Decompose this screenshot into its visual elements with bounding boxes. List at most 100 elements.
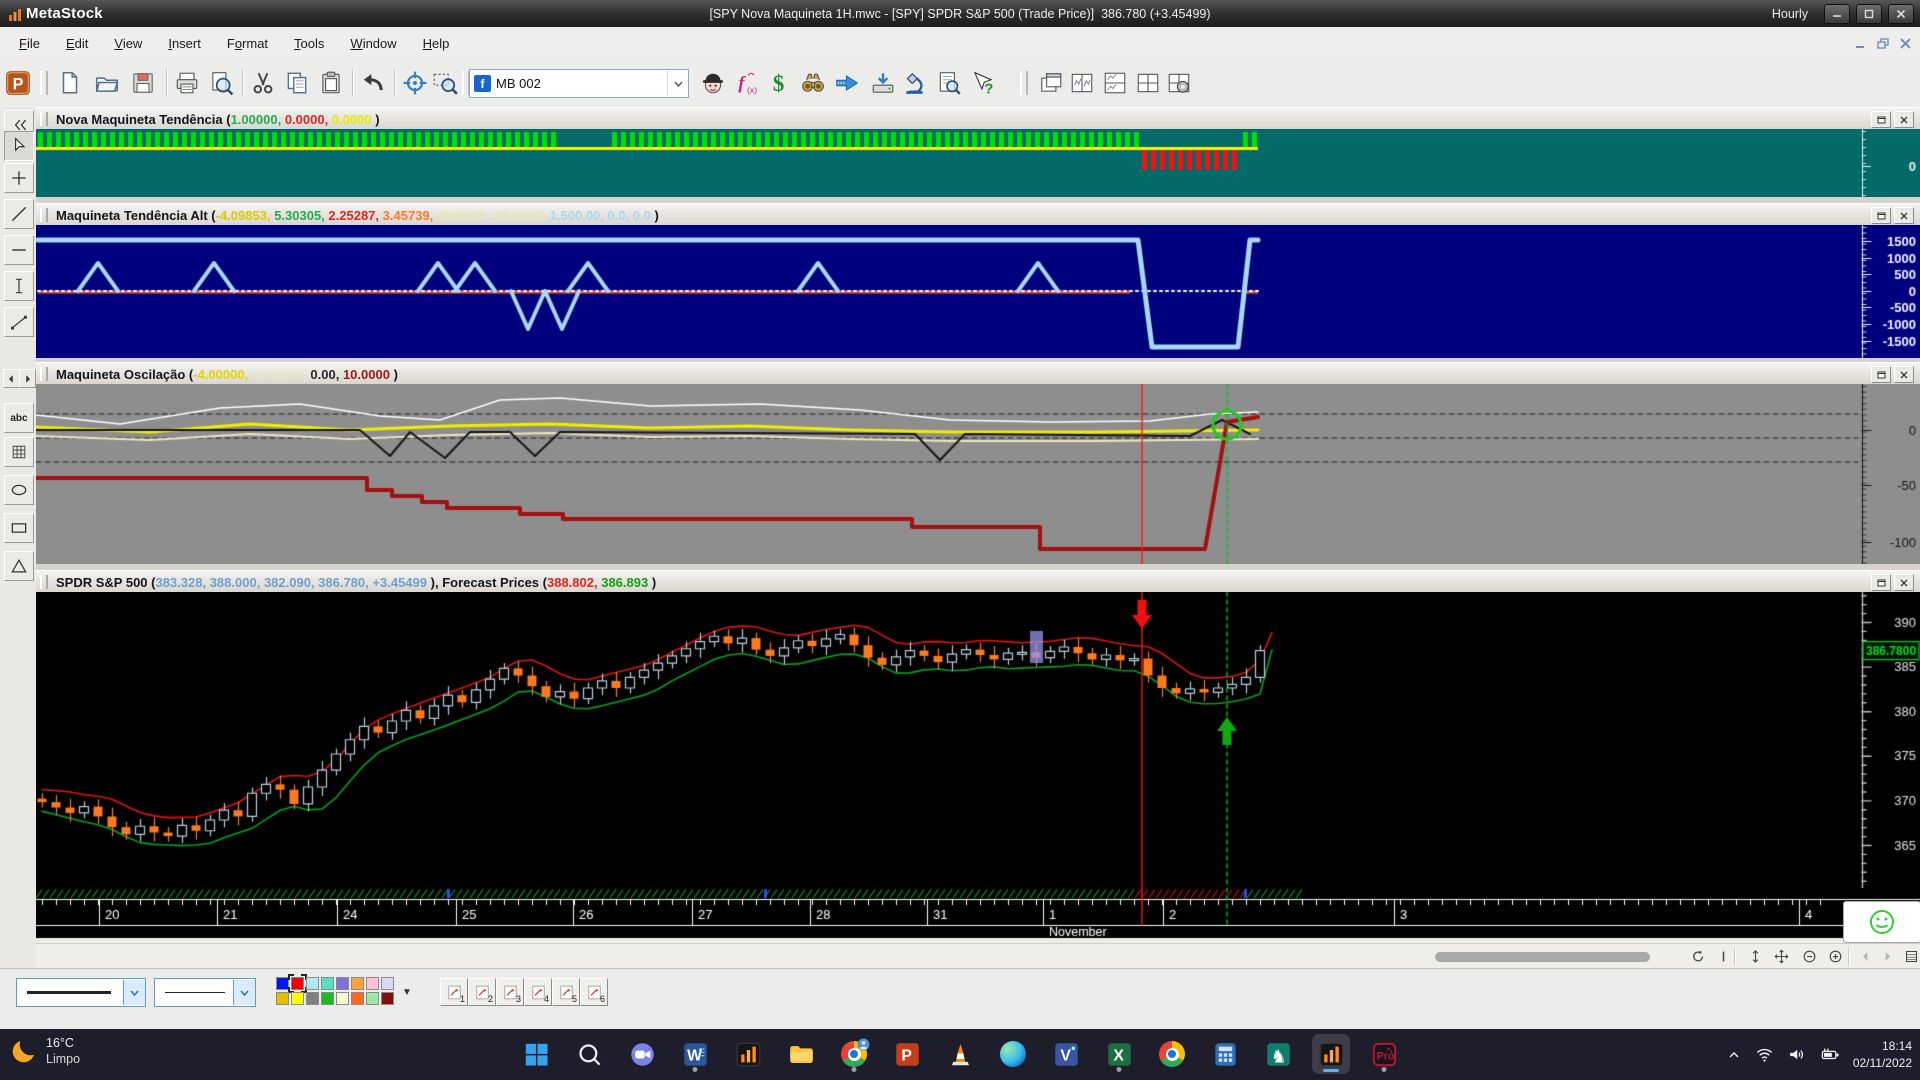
color-swatch[interactable] — [321, 992, 334, 1005]
minimize-button[interactable] — [1824, 4, 1850, 24]
color-swatch[interactable] — [351, 977, 364, 990]
color-swatch[interactable] — [336, 992, 349, 1005]
panel-restore-button[interactable] — [1871, 111, 1891, 128]
print-preview-icon[interactable] — [206, 67, 236, 99]
panel-title-trend[interactable]: Nova Maquineta Tendência (1.00000, 0.000… — [36, 107, 1920, 131]
panel-title-oscillator[interactable]: Maquineta Oscilação (-4.00000, -2.48163,… — [36, 362, 1920, 386]
panel-restore-button[interactable] — [1871, 574, 1891, 591]
rectangle-tool[interactable] — [4, 513, 34, 543]
combo-dropdown-arrow[interactable] — [233, 980, 255, 1005]
horizontal-line-tool[interactable] — [4, 235, 34, 265]
ellipse-tool[interactable] — [4, 475, 34, 505]
menu-item-window[interactable]: Window — [337, 33, 409, 54]
palette-dropdown-arrow[interactable]: ▼ — [402, 987, 412, 998]
tile-horizontal-icon[interactable] — [1100, 67, 1130, 99]
taskbar-start-icon[interactable] — [517, 1034, 555, 1074]
taskbar-visio-icon[interactable]: V — [1047, 1034, 1085, 1074]
taskbar-edge-icon[interactable] — [994, 1034, 1032, 1074]
clock[interactable]: 18:14 02/11/2022 — [1853, 1038, 1912, 1070]
color-swatch[interactable] — [321, 977, 334, 990]
layout-options-icon[interactable] — [1164, 67, 1194, 99]
scrollbar-thumb[interactable] — [1435, 952, 1650, 962]
tray-expand-icon[interactable] — [1726, 1047, 1742, 1063]
close-button[interactable] — [1888, 4, 1914, 24]
color-swatch[interactable] — [291, 992, 304, 1005]
enhanced-system-tester-microscope-icon[interactable] — [900, 67, 930, 99]
text-tool[interactable]: abc — [4, 403, 34, 433]
cut-icon[interactable] — [248, 67, 278, 99]
scroll-right-tool[interactable] — [19, 369, 36, 388]
smiley-button[interactable] — [1843, 901, 1920, 943]
battery-icon[interactable] — [1819, 1045, 1840, 1064]
zoom-selection-icon[interactable] — [430, 67, 460, 99]
color-swatch[interactable] — [306, 992, 319, 1005]
menu-item-help[interactable]: Help — [410, 33, 463, 54]
chart-template-button-5[interactable]: 5 — [552, 978, 580, 1006]
downloader-icon[interactable] — [868, 67, 898, 99]
line-weight-combo[interactable] — [154, 978, 256, 1007]
color-swatch[interactable] — [306, 977, 319, 990]
trend-indicator-chart[interactable] — [36, 129, 1920, 197]
paste-icon[interactable] — [316, 67, 346, 99]
menu-item-tools[interactable]: Tools — [281, 33, 337, 54]
chart-template-button-2[interactable]: 2 — [468, 978, 496, 1006]
mdi-minimize-button[interactable] — [1852, 35, 1870, 51]
taskbar-pro-app-icon[interactable]: Pro — [1365, 1034, 1403, 1074]
panel-close-button[interactable] — [1894, 111, 1914, 128]
panel-title-trend-alt[interactable]: Maquineta Tendência Alt (-4.09853, 5.303… — [36, 203, 1920, 227]
chart-template-button-3[interactable]: 3 — [496, 978, 524, 1006]
mdi-restore-button[interactable] — [1874, 35, 1892, 51]
panel-grip[interactable] — [40, 112, 48, 126]
panel-grip[interactable] — [40, 575, 48, 589]
taskbar-calculator-icon[interactable] — [1206, 1034, 1244, 1074]
open-icon[interactable] — [92, 67, 122, 99]
taskbar-word-icon[interactable]: W — [676, 1034, 714, 1074]
weather-widget[interactable]: 16°C Limpo — [10, 1035, 80, 1068]
save-icon[interactable] — [128, 67, 158, 99]
grid-tool[interactable] — [4, 437, 34, 467]
tile-vertical-icon[interactable] — [1067, 67, 1097, 99]
print-icon[interactable] — [172, 67, 202, 99]
date-axis[interactable] — [36, 888, 1920, 943]
chart-template-button-6[interactable]: 6 — [580, 978, 608, 1006]
color-swatch[interactable] — [366, 977, 379, 990]
chart-template-button-1[interactable]: 1 — [440, 978, 468, 1006]
panel-grip[interactable] — [40, 208, 48, 222]
power-console-icon[interactable]: P — [3, 67, 33, 99]
panel-restore-button[interactable] — [1871, 207, 1891, 224]
panel-restore-button[interactable] — [1871, 366, 1891, 383]
menu-item-file[interactable]: File — [6, 33, 53, 54]
system-tester-binoculars-icon[interactable] — [798, 67, 828, 99]
taskbar-file-explorer-icon[interactable] — [782, 1034, 820, 1074]
data-window-icon[interactable] — [1900, 946, 1920, 966]
tile-grid-icon[interactable] — [1133, 67, 1163, 99]
expert-advisor-dollar-icon[interactable]: $ — [766, 67, 796, 99]
menu-item-insert[interactable]: Insert — [155, 33, 214, 54]
the-explorer-icon[interactable] — [698, 67, 728, 99]
oscillator-indicator-chart[interactable] — [36, 384, 1920, 564]
panel-title-price[interactable]: SPDR S&P 500 (383.328, 388.000, 382.090,… — [36, 570, 1920, 594]
undo-icon[interactable] — [358, 67, 388, 99]
refresh-icon[interactable] — [1686, 946, 1708, 966]
taskbar-chrome-profile-icon[interactable] — [835, 1034, 873, 1074]
taskbar-metastock-icon[interactable] — [729, 1034, 767, 1074]
toolbar-grip[interactable] — [1020, 71, 1028, 95]
panel-close-button[interactable] — [1894, 574, 1914, 591]
maximize-button[interactable] — [1856, 4, 1882, 24]
pan-icon[interactable] — [1770, 946, 1792, 966]
scroll-left-tool[interactable] — [3, 369, 20, 388]
resize-vertical-icon[interactable] — [1744, 946, 1766, 966]
color-swatch[interactable] — [336, 977, 349, 990]
cascade-windows-icon[interactable] — [1036, 67, 1066, 99]
color-swatch[interactable] — [276, 992, 289, 1005]
taskbar-metastock-active-icon[interactable] — [1312, 1034, 1350, 1074]
panel-close-button[interactable] — [1894, 366, 1914, 383]
report-viewer-icon[interactable] — [934, 67, 964, 99]
color-swatch[interactable] — [351, 992, 364, 1005]
scroll-next-icon[interactable] — [1876, 946, 1898, 966]
combo-dropdown-arrow[interactable] — [667, 71, 688, 96]
zoom-in-icon[interactable] — [1824, 946, 1846, 966]
panel-grip[interactable] — [40, 367, 48, 381]
taskbar-powerpoint-icon[interactable]: P — [888, 1034, 926, 1074]
context-help-icon[interactable]: ? — [968, 67, 998, 99]
